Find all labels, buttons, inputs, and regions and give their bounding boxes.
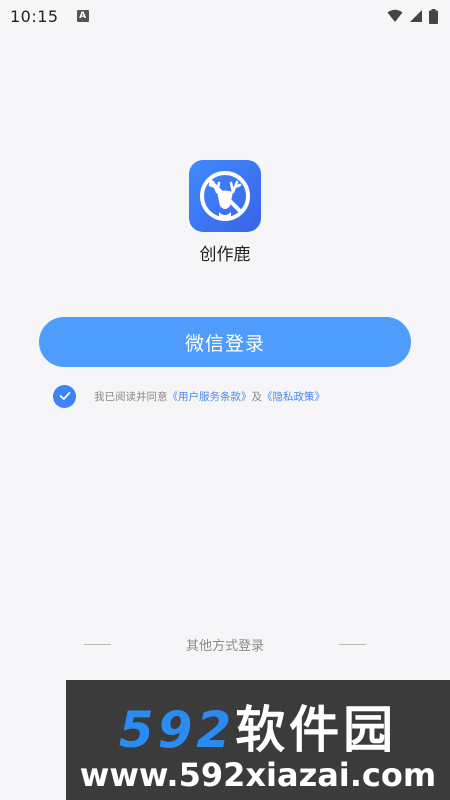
agreement-prefix: 我已阅读并同意 [94,390,168,403]
app-name: 创作鹿 [199,245,251,265]
agreement-checkbox[interactable] [53,384,76,408]
privacy-link[interactable]: 《隐私政策》 [262,391,325,403]
other-login-label: 其他方式登录 [185,639,264,654]
terms-link[interactable]: 《用户服务条款》 [168,391,252,403]
status-right [387,8,438,24]
checkmark-icon [59,391,70,400]
watermark-text: 软件园 [235,701,398,759]
other-login-section: 其他方式登录 [0,633,450,655]
wechat-login-button[interactable]: 微信登录 [39,317,411,367]
agreement-conjunction: 及 [251,390,263,403]
status-left: 10:15 A [10,7,89,26]
watermark-url: www.592xiazai.com [79,756,437,794]
wifi-icon [387,9,403,22]
watermark-brand: 592软件园 [66,690,450,762]
battery-icon [429,8,438,24]
signal-icon [410,10,422,22]
watermark-number: 592 [118,701,236,759]
status-time: 10:15 [10,6,59,26]
watermark-banner: 592软件园 www.592xiazai.com [66,680,450,800]
notification-a-icon: A [76,10,89,22]
divider-right [339,644,366,645]
deer-logo-icon [200,171,250,221]
agreement-text: 我已阅读并同意《用户服务条款》及《隐私政策》 [94,389,325,404]
agreement-row: 我已阅读并同意《用户服务条款》及《隐私政策》 [53,384,325,408]
status-bar: 10:15 A [0,0,450,32]
app-logo [189,160,261,232]
